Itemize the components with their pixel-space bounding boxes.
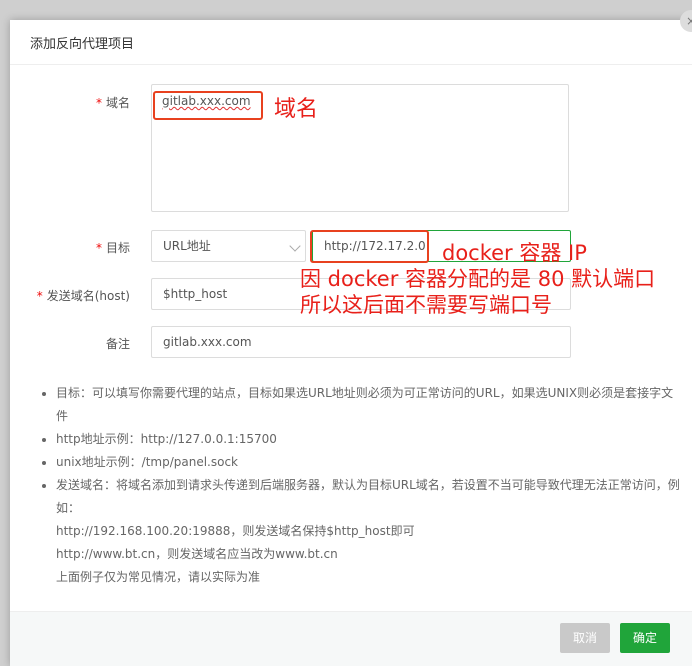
remark-label: 备注 [10,335,130,352]
target-label: * 目标 [10,239,130,256]
host-label: * 发送域名(host) [10,287,130,304]
confirm-button[interactable]: 确定 [619,623,670,653]
note-example-1: http://192.168.100.20:19888，则发送域名保持$http… [56,524,415,538]
target-label-text: 目标 [105,241,130,255]
reverse-proxy-dialog: 添加反向代理项目 × * 域名 gitlab.xxx.com * 目标 URL地址 … [10,10,692,666]
host-value: $http_host [163,287,228,301]
chevron-down-icon [289,240,301,252]
target-type-select[interactable]: URL地址 [151,230,306,262]
dialog-footer: 取消 确定 [10,611,692,666]
port-annotation-line2: 所以这后面不需要写端口号 [300,293,552,317]
remark-input[interactable]: gitlab.xxx.com [151,326,571,358]
host-label-text: 发送域名(host) [46,289,130,303]
domain-label: * 域名 [10,94,130,111]
required-mark: * [36,289,43,303]
note-item: 目标：可以填写你需要代理的站点，目标如果选URL地址则必须为可正常访问的URL，… [56,382,682,428]
dialog-titlebar: 添加反向代理项目 [10,20,692,65]
dialog-title: 添加反向代理项目 [30,37,135,52]
required-mark: * [95,96,102,110]
note-item: 发送域名：将域名添加到请求头传递到后端服务器，默认为目标URL域名，若设置不当可… [56,474,682,589]
note-item: http地址示例：http://127.0.0.1:15700 [56,428,682,451]
note-example-2: http://www.bt.cn，则发送域名应当改为www.bt.cn [56,547,338,561]
remark-value: gitlab.xxx.com [163,335,252,349]
target-type-value: URL地址 [163,239,211,253]
note-item-text: 发送域名：将域名添加到请求头传递到后端服务器，默认为目标URL域名，若设置不当可… [56,478,680,515]
help-notes: 目标：可以填写你需要代理的站点，目标如果选URL地址则必须为可正常访问的URL，… [42,382,682,589]
note-item: unix地址示例：/tmp/panel.sock [56,451,682,474]
remark-label-text: 备注 [105,337,130,351]
required-mark: * [95,241,102,255]
domain-label-text: 域名 [105,96,130,110]
domain-annotation: 域名 [274,97,319,122]
domain-annotation-box [153,91,263,120]
cancel-button[interactable]: 取消 [559,623,610,653]
note-disclaimer: 上面例子仅为常见情况，请以实际为准 [56,570,261,584]
target-annotation-box [310,230,429,263]
